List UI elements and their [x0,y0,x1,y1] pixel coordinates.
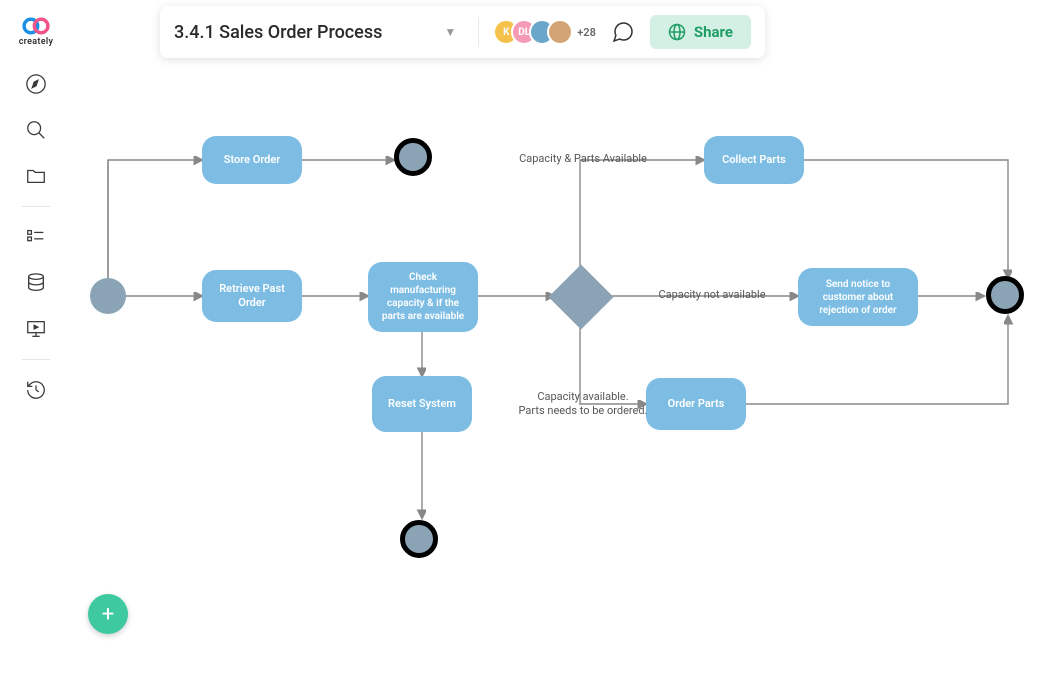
end-event-1[interactable] [394,138,432,176]
task-send-notice[interactable]: Send notice to customer about rejection … [798,268,918,326]
topbar: 3.4.1 Sales Order Process ▼ K DL +28 Sha… [160,6,765,58]
task-store-order[interactable]: Store Order [202,136,302,184]
edge-label-cap-parts: Capacity & Parts Available [498,152,668,166]
bpmn-diagram: Store Order Retrieve Past Order Check ma… [72,0,1048,674]
task-reset-system[interactable]: Reset System [372,376,472,432]
add-fab[interactable]: + [88,594,128,634]
document-title[interactable]: 3.4.1 Sales Order Process [174,22,382,43]
globe-icon [668,23,686,41]
end-event-final[interactable] [986,276,1024,314]
task-retrieve-past-order[interactable]: Retrieve Past Order [202,270,302,322]
edge-label-cap-not: Capacity not available [642,288,782,302]
avatar-more-count[interactable]: +28 [577,26,596,39]
brand-logo[interactable]: creately [13,8,59,54]
plus-icon: + [102,602,114,627]
search-icon[interactable] [16,110,56,150]
left-sidebar: creately [0,0,72,674]
collaborator-avatars[interactable]: K DL +28 [493,19,596,45]
sidebar-divider [22,359,50,360]
brand-name: creately [19,37,54,47]
folder-icon[interactable] [16,156,56,196]
sidebar-divider [22,206,50,207]
task-collect-parts[interactable]: Collect Parts [704,136,804,184]
comment-icon[interactable] [610,19,636,45]
list-icon[interactable] [16,217,56,257]
chevron-down-icon[interactable]: ▼ [444,25,456,39]
diagram-canvas[interactable]: 3.4.1 Sales Order Process ▼ K DL +28 Sha… [72,0,1048,674]
share-button[interactable]: Share [650,15,751,49]
end-event-2[interactable] [400,520,438,558]
start-event[interactable] [90,278,126,314]
share-label: Share [694,23,733,41]
edge-label-cap-avail: Capacity available. Parts needs to be or… [498,390,668,419]
compass-icon[interactable] [16,64,56,104]
task-check-capacity[interactable]: Check manufacturing capacity & if the pa… [368,262,478,332]
history-icon[interactable] [16,370,56,410]
avatar[interactable] [547,19,573,45]
divider [478,17,479,47]
presentation-icon[interactable] [16,309,56,349]
database-icon[interactable] [16,263,56,303]
